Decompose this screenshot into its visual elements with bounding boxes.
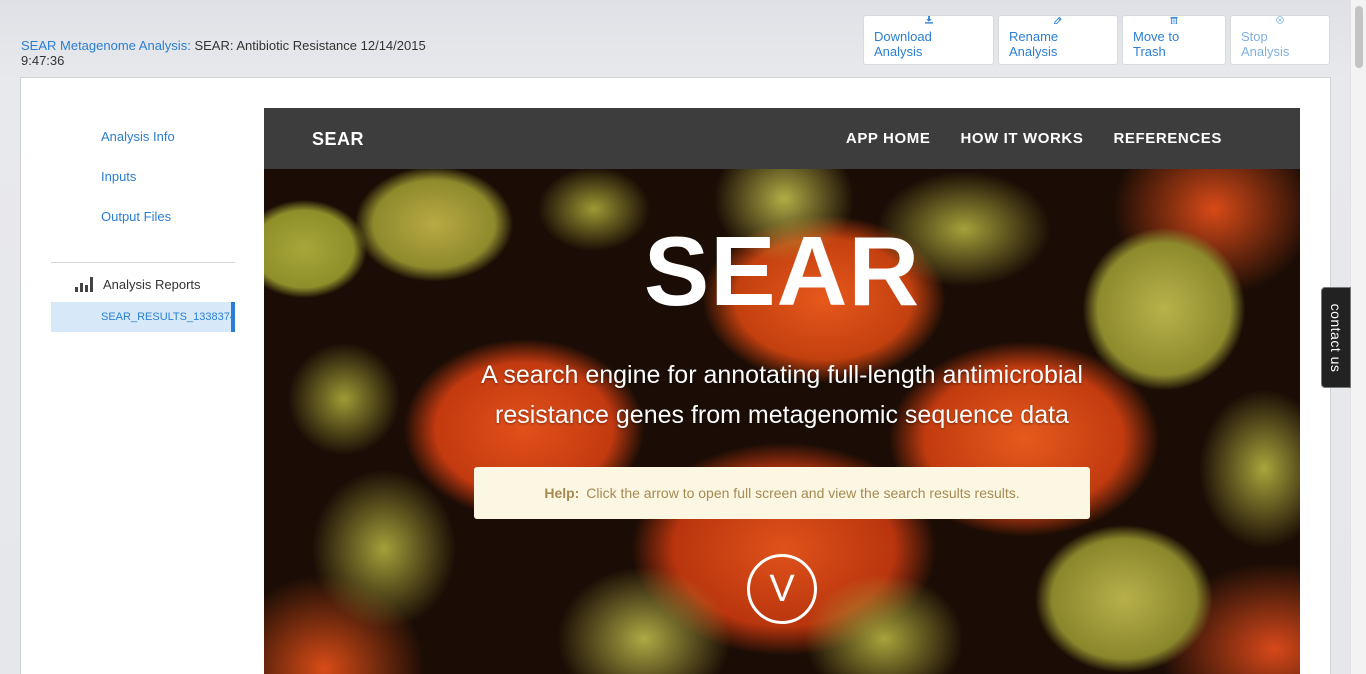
contact-us-tab[interactable]: contact us <box>1321 287 1351 388</box>
pencil-icon <box>1053 16 1062 24</box>
help-text: Click the arrow to open full screen and … <box>586 485 1020 501</box>
hero-subtitle: A search engine for annotating full-leng… <box>481 361 1083 429</box>
report-frame: SEAR APP HOME HOW IT WORKS REFERENCES SE… <box>264 108 1300 674</box>
nav-how-it-works[interactable]: HOW IT WORKS <box>960 130 1083 147</box>
app-nav-links: APP HOME HOW IT WORKS REFERENCES <box>816 130 1222 147</box>
move-to-trash-label: Move to Trash <box>1133 29 1180 59</box>
project-link[interactable]: SEAR Metagenome Analysis: <box>21 38 191 53</box>
contact-us-label: contact us <box>1328 303 1344 372</box>
app-brand[interactable]: SEAR <box>312 129 364 150</box>
chevron-down-icon: V <box>769 567 795 610</box>
page-scrollbar[interactable] <box>1350 0 1366 674</box>
bar-chart-icon <box>75 277 93 292</box>
breadcrumb: SEAR Metagenome Analysis: SEAR: Antibiot… <box>21 38 441 68</box>
nav-app-home[interactable]: APP HOME <box>846 130 931 147</box>
sidebar-item-output-files[interactable]: Output Files <box>101 209 171 224</box>
analysis-time: 9:47:36 <box>21 53 65 68</box>
analysis-title: SEAR: Antibiotic Resistance 12/14/2015 <box>194 38 426 53</box>
analysis-header: SEAR Metagenome Analysis: SEAR: Antibiot… <box>0 0 1350 78</box>
nav-references[interactable]: REFERENCES <box>1113 130 1222 147</box>
analysis-panel: Analysis Info Inputs Output Files Analys… <box>20 77 1331 674</box>
stop-analysis-button[interactable]: Stop Analysis <box>1230 15 1330 65</box>
stop-analysis-label: Stop Analysis <box>1241 29 1290 59</box>
hero-title: SEAR <box>643 216 921 326</box>
download-analysis-button[interactable]: Download Analysis <box>863 15 994 65</box>
move-to-trash-button[interactable]: Move to Trash <box>1122 15 1226 65</box>
sidebar-item-sear-results[interactable]: SEAR_RESULTS_13383744 <box>51 302 235 332</box>
stop-circle-icon <box>1276 16 1284 24</box>
sidebar-item-inputs[interactable]: Inputs <box>101 169 136 184</box>
sidebar-divider <box>51 262 235 263</box>
open-fullscreen-arrow-button[interactable]: V <box>747 554 817 624</box>
analysis-reports-heading: Analysis Reports <box>75 276 201 292</box>
app-navbar: SEAR APP HOME HOW IT WORKS REFERENCES <box>264 108 1300 169</box>
rename-analysis-label: Rename Analysis <box>1009 29 1059 59</box>
sidebar-item-analysis-info[interactable]: Analysis Info <box>101 129 175 144</box>
help-label: Help: <box>544 485 580 501</box>
hero-banner: SEAR A search engine for annotating full… <box>264 169 1300 674</box>
rename-analysis-button[interactable]: Rename Analysis <box>998 15 1118 65</box>
download-analysis-label: Download Analysis <box>874 29 932 59</box>
analysis-reports-label: Analysis Reports <box>103 276 201 292</box>
download-icon <box>924 16 933 24</box>
scrollbar-thumb[interactable] <box>1355 6 1363 68</box>
action-toolbar: Download Analysis Rename Analysis Move t… <box>863 15 1334 65</box>
trash-icon <box>1170 16 1178 24</box>
help-alert: Help: Click the arrow to open full scree… <box>474 467 1090 519</box>
